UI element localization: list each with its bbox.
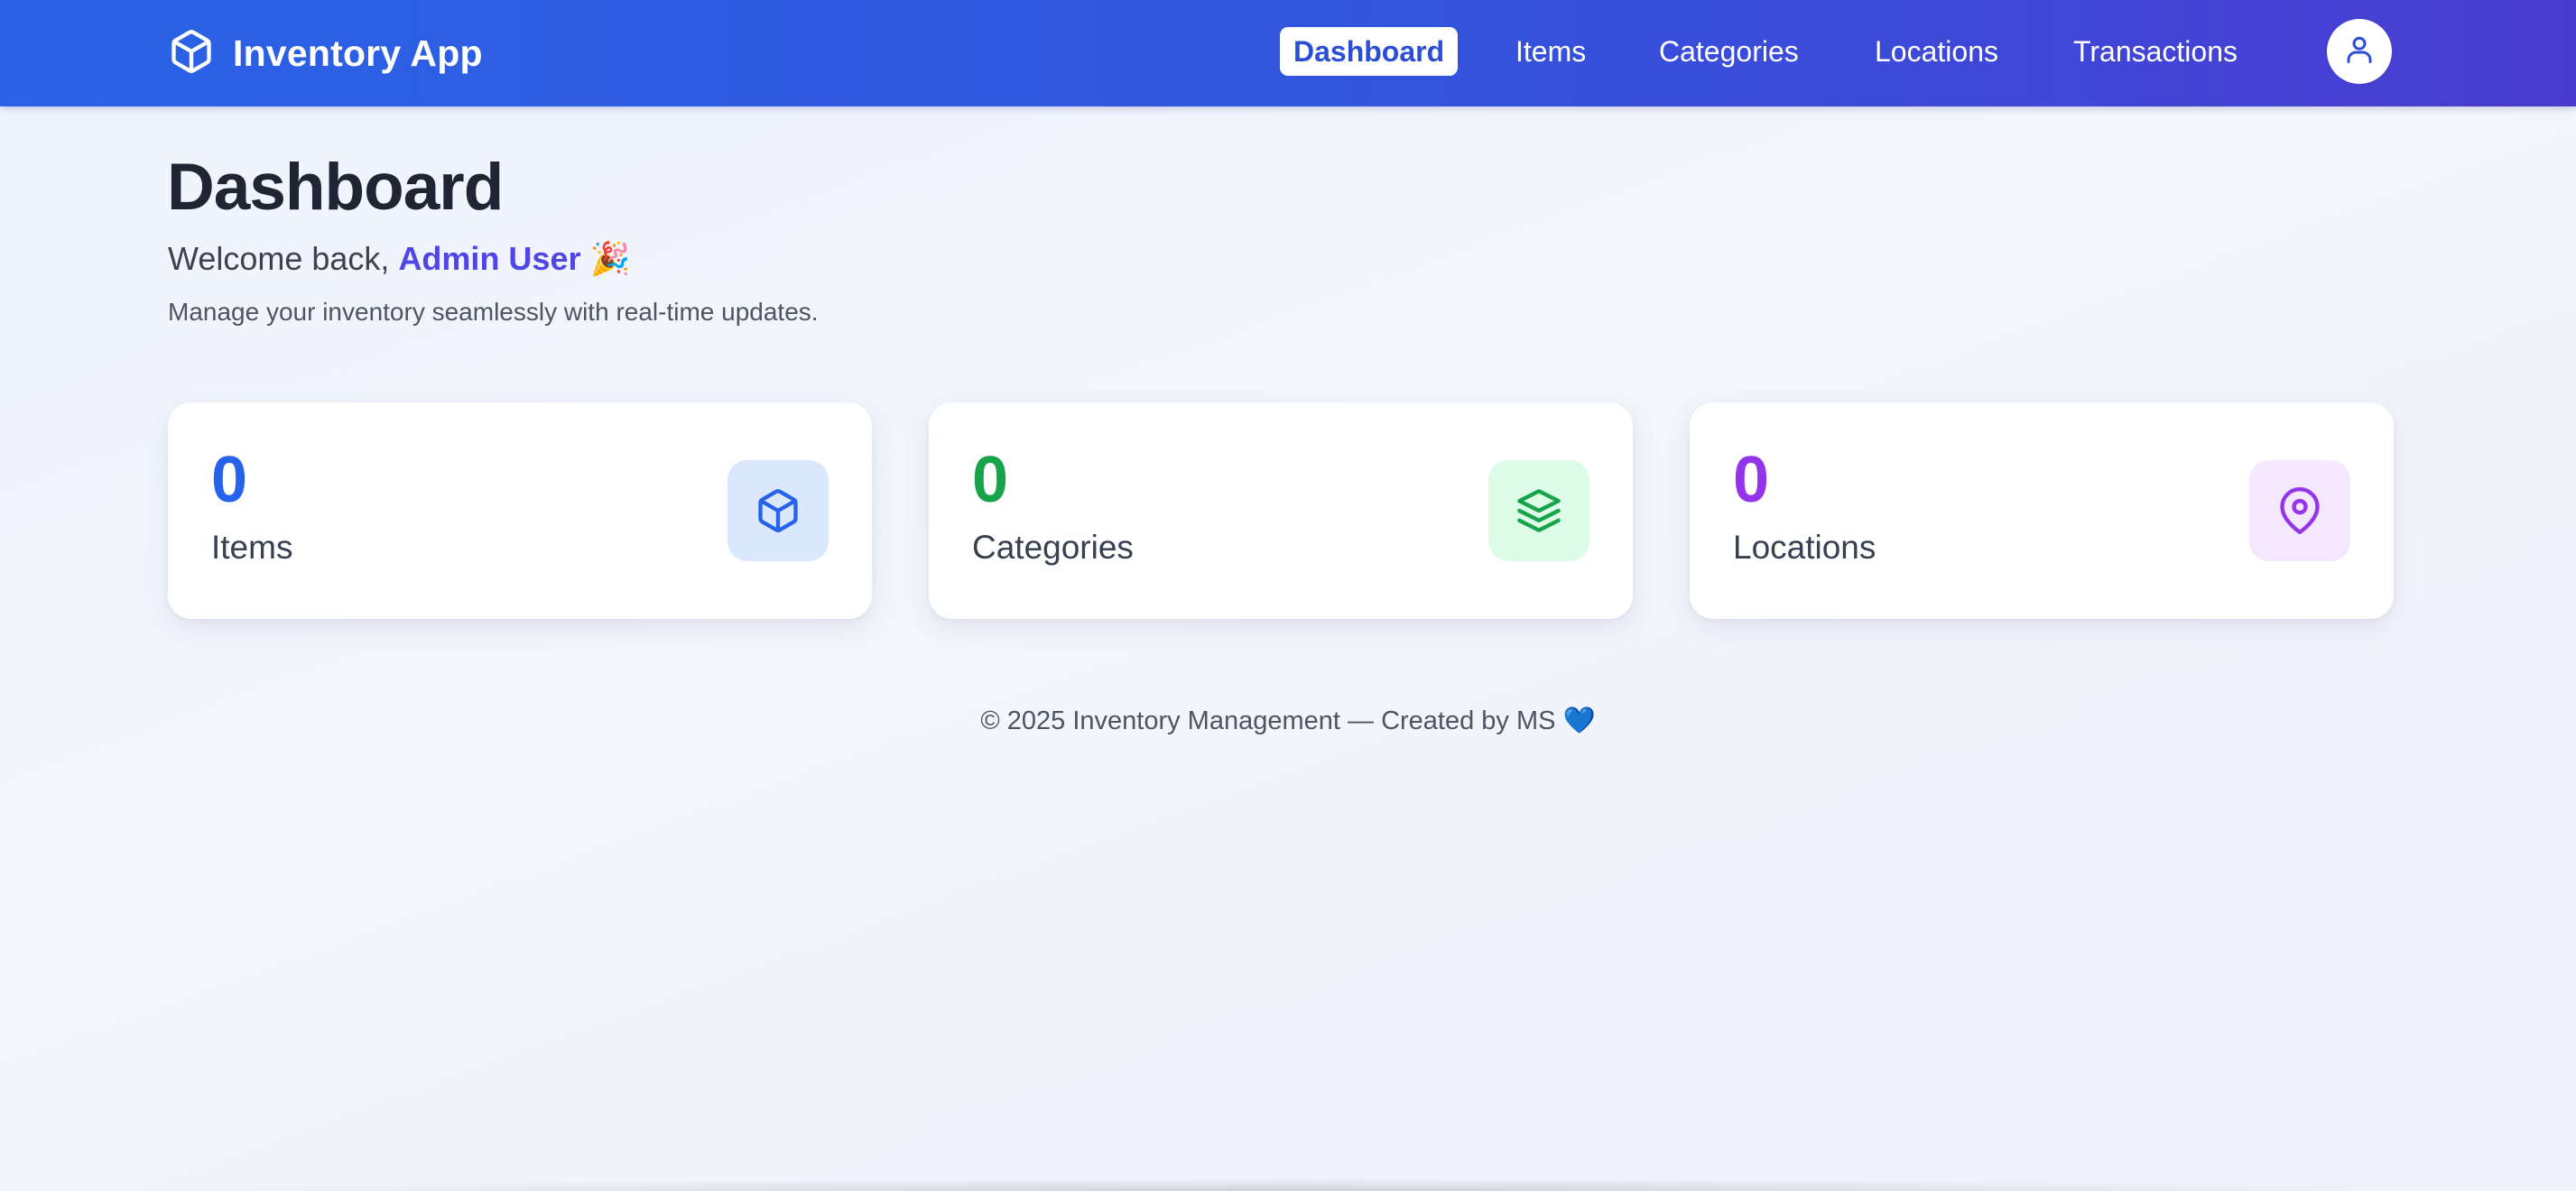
page-subtitle: Manage your inventory seamlessly with re… <box>168 298 819 326</box>
stat-count: 0 <box>1733 444 1770 516</box>
welcome-user-name: Admin User <box>398 240 581 277</box>
stat-card-locations: 0 Locations <box>1690 402 2394 619</box>
stat-count: 0 <box>972 444 1009 516</box>
cube-icon <box>168 28 215 79</box>
layers-icon <box>1488 460 1589 561</box>
stat-label: Items <box>211 529 293 566</box>
welcome-message: Welcome back, Admin User 🎉 <box>168 240 630 278</box>
map-pin-icon <box>2249 460 2350 561</box>
brand-link[interactable]: Inventory App <box>168 27 483 79</box>
party-emoji: 🎉 <box>589 240 631 277</box>
stat-card-items: 0 Items <box>168 402 872 619</box>
stat-count: 0 <box>211 444 248 516</box>
nav-link-locations[interactable]: Locations <box>1875 27 1998 76</box>
bottom-shadow <box>181 1178 2392 1191</box>
nav-link-items[interactable]: Items <box>1515 27 1586 76</box>
nav-link-categories[interactable]: Categories <box>1659 27 1799 76</box>
stat-card-categories: 0 Categories <box>929 402 1633 619</box>
page-title: Dashboard <box>167 151 504 224</box>
nav-link-dashboard[interactable]: Dashboard <box>1280 27 1459 76</box>
top-navbar: Inventory App Dashboard Items Categories… <box>0 0 2576 106</box>
user-icon <box>2343 33 2376 70</box>
user-menu-button[interactable] <box>2327 19 2392 84</box>
welcome-prefix: Welcome back, <box>168 240 399 277</box>
brand-name: Inventory App <box>233 32 483 74</box>
stat-label: Locations <box>1733 529 1876 566</box>
cube-icon <box>727 460 829 561</box>
page-footer: © 2025 Inventory Management — Created by… <box>980 706 1596 735</box>
nav-link-transactions[interactable]: Transactions <box>2073 27 2238 76</box>
stat-label: Categories <box>972 529 1134 566</box>
